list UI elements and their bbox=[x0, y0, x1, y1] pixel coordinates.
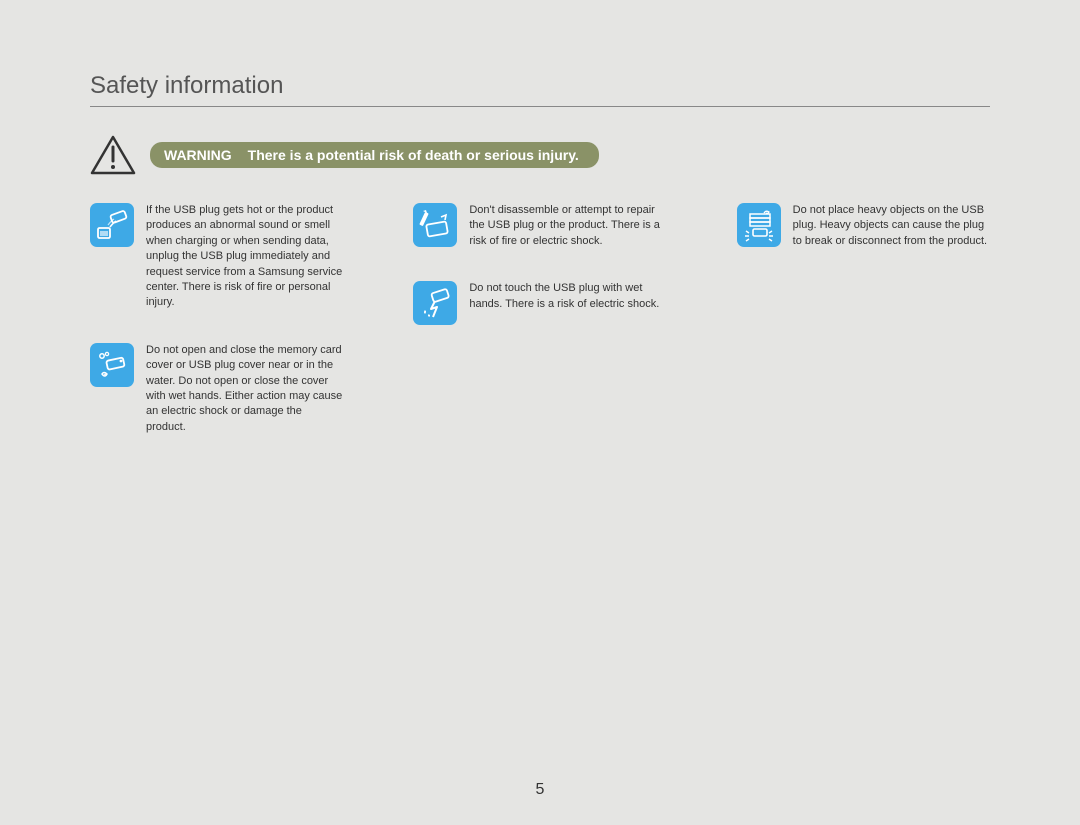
column-1: If the USB plug gets hot or the product … bbox=[90, 203, 343, 435]
disassemble-icon bbox=[413, 203, 457, 247]
safety-text: Do not place heavy objects on the USB pl… bbox=[793, 203, 990, 249]
safety-text: Do not open and close the memory card co… bbox=[146, 343, 343, 435]
safety-item: Do not touch the USB plug with wet hands… bbox=[413, 281, 666, 325]
page-number: 5 bbox=[536, 781, 545, 799]
safety-item: Don't disassemble or attempt to repair t… bbox=[413, 203, 666, 249]
warning-banner: WARNING There is a potential risk of dea… bbox=[150, 142, 599, 168]
safety-item: Do not open and close the memory card co… bbox=[90, 343, 343, 435]
water-cover-icon bbox=[90, 343, 134, 387]
safety-text: Do not touch the USB plug with wet hands… bbox=[469, 281, 666, 312]
safety-text: If the USB plug gets hot or the product … bbox=[146, 203, 343, 311]
warning-message: There is a potential risk of death or se… bbox=[248, 147, 579, 163]
warning-label: WARNING bbox=[164, 147, 232, 163]
safety-text: Don't disassemble or attempt to repair t… bbox=[469, 203, 666, 249]
safety-item: If the USB plug gets hot or the product … bbox=[90, 203, 343, 311]
column-3: Do not place heavy objects on the USB pl… bbox=[737, 203, 990, 435]
wet-hands-icon bbox=[413, 281, 457, 325]
column-2: Don't disassemble or attempt to repair t… bbox=[413, 203, 666, 435]
safety-columns: If the USB plug gets hot or the product … bbox=[90, 203, 990, 435]
page-title: Safety information bbox=[90, 72, 990, 107]
usb-hot-icon bbox=[90, 203, 134, 247]
heavy-object-icon bbox=[737, 203, 781, 247]
safety-item: Do not place heavy objects on the USB pl… bbox=[737, 203, 990, 249]
warning-row: WARNING There is a potential risk of dea… bbox=[90, 135, 990, 175]
warning-triangle-icon bbox=[90, 135, 136, 175]
